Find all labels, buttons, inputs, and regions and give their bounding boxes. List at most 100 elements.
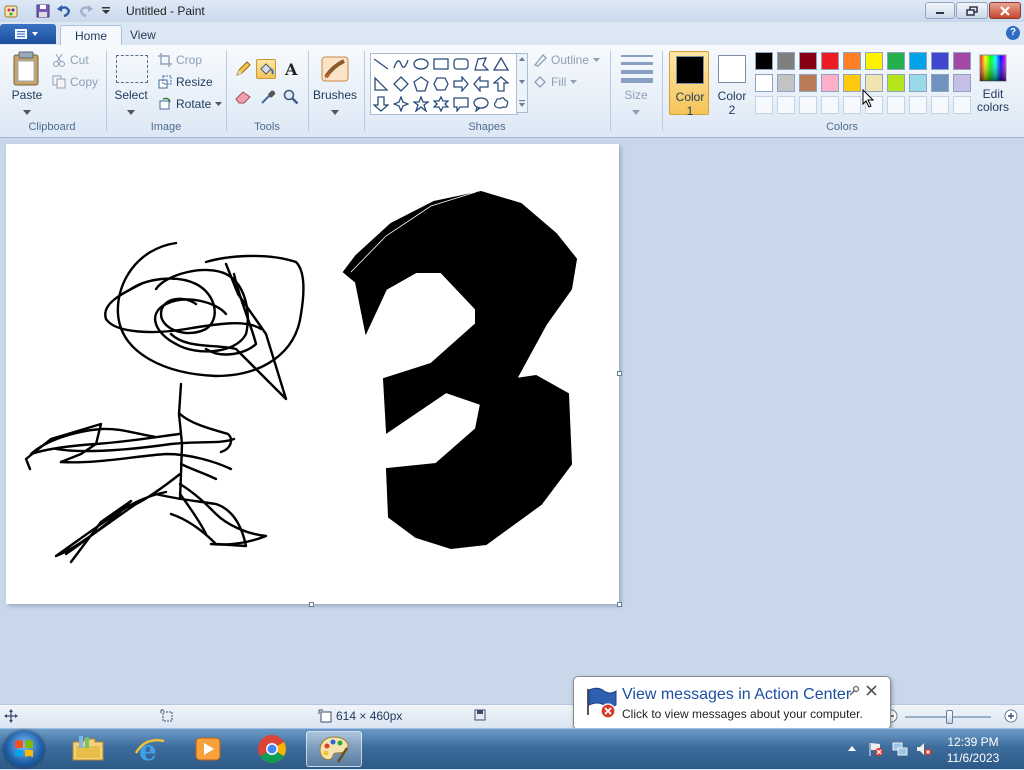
action-center-notification[interactable]: View messages in Action Center Click to … [573,676,891,730]
taskbar-internet-explorer[interactable]: e [122,731,178,767]
palette-color-swatch[interactable] [799,52,817,70]
custom-color-slot[interactable] [799,96,817,114]
start-button[interactable] [4,731,44,767]
taskbar-clock[interactable]: 12:39 PM 11/6/2023 [942,734,1004,766]
palette-color-swatch[interactable] [755,74,773,92]
edit-colors-button[interactable] [978,53,1008,83]
rotate-button[interactable]: Rotate [158,97,223,111]
palette-color-swatch[interactable] [821,74,839,92]
cloud-callout-shape-icon[interactable] [491,94,511,114]
cut-button[interactable]: Cut [52,53,89,67]
help-icon[interactable]: ? [1006,26,1020,40]
notification-close-icon[interactable] [866,685,877,699]
rectangular-callout-shape-icon[interactable] [451,94,471,114]
four-point-star-shape-icon[interactable] [391,94,411,114]
oval-callout-shape-icon[interactable] [471,94,491,114]
undo-icon[interactable] [56,3,72,19]
palette-color-swatch[interactable] [953,52,971,70]
network-icon[interactable] [892,741,908,757]
custom-color-slot[interactable] [931,96,949,114]
select-label[interactable]: Select [110,88,152,102]
redo-icon[interactable] [78,3,94,19]
curve-shape-icon[interactable] [391,54,411,74]
palette-color-swatch[interactable] [865,52,883,70]
palette-color-swatch[interactable] [953,74,971,92]
magnifier-icon[interactable] [281,87,301,107]
paint-app-icon[interactable] [4,3,20,19]
edit-colors-label[interactable]: Edit colors [972,88,1014,114]
oval-shape-icon[interactable] [411,54,431,74]
palette-color-swatch[interactable] [843,74,861,92]
action-center-tray-icon[interactable] [868,741,884,757]
color2-button[interactable]: Color 2 [712,51,752,117]
palette-color-swatch[interactable] [931,52,949,70]
pentagon-shape-icon[interactable] [411,74,431,94]
palette-color-swatch[interactable] [755,52,773,70]
palette-color-swatch[interactable] [909,74,927,92]
rounded-rectangle-shape-icon[interactable] [451,54,471,74]
paint-menu-button[interactable] [0,24,56,44]
up-arrow-shape-icon[interactable] [491,74,511,94]
copy-button[interactable]: Copy [52,75,98,89]
notification-title[interactable]: View messages in Action Center [622,686,851,704]
palette-color-swatch[interactable] [887,52,905,70]
save-icon[interactable] [35,3,51,19]
palette-color-swatch[interactable] [821,52,839,70]
palette-color-swatch[interactable] [909,52,927,70]
zoom-in-button[interactable] [1004,709,1018,723]
palette-color-swatch[interactable] [777,74,795,92]
zoom-slider-thumb[interactable] [946,710,953,724]
tab-home[interactable]: Home [60,25,123,46]
customize-quick-access-icon[interactable] [98,3,114,19]
palette-color-swatch[interactable] [887,74,905,92]
paste-button[interactable] [12,51,42,89]
custom-color-slot[interactable] [755,96,773,114]
restore-button[interactable] [956,2,988,19]
left-arrow-shape-icon[interactable] [471,74,491,94]
custom-color-slot[interactable] [953,96,971,114]
line-shape-icon[interactable] [371,54,391,74]
custom-color-slot[interactable] [909,96,927,114]
custom-color-slot[interactable] [821,96,839,114]
taskbar-paint[interactable] [306,731,362,767]
resize-button[interactable]: Resize [158,75,213,89]
palette-color-swatch[interactable] [799,74,817,92]
select-dropdown-icon[interactable] [127,104,135,118]
rectangle-shape-icon[interactable] [431,54,451,74]
paste-label[interactable]: Paste [8,88,46,102]
six-point-star-shape-icon[interactable] [431,94,451,114]
outline-button[interactable]: Outline [533,53,601,67]
five-point-star-shape-icon[interactable] [411,94,431,114]
right-triangle-shape-icon[interactable] [371,74,391,94]
taskbar-media-player[interactable] [180,731,236,767]
right-arrow-shape-icon[interactable] [451,74,471,94]
notification-options-icon[interactable] [848,685,860,700]
canvas-resize-handle-right[interactable] [617,371,622,376]
canvas-resize-handle-bottom[interactable] [309,602,314,607]
custom-color-slot[interactable] [887,96,905,114]
pencil-icon[interactable] [233,59,253,79]
fill-bucket-icon[interactable] [256,59,276,79]
diamond-shape-icon[interactable] [391,74,411,94]
text-tool-icon[interactable]: A [281,59,301,79]
palette-color-swatch[interactable] [931,74,949,92]
crop-button[interactable]: Crop [158,53,202,67]
volume-muted-icon[interactable] [916,741,932,757]
paste-dropdown-icon[interactable] [23,104,31,118]
color1-button[interactable]: Color 1 [669,51,709,118]
palette-color-swatch[interactable] [843,52,861,70]
show-hidden-icons-arrow[interactable] [844,741,860,757]
select-icon[interactable] [116,55,148,83]
close-button[interactable] [989,2,1021,19]
down-arrow-shape-icon[interactable] [371,94,391,114]
palette-color-swatch[interactable] [777,52,795,70]
triangle-shape-icon[interactable] [491,54,511,74]
tab-view[interactable]: View [116,25,170,45]
taskbar-chrome[interactable] [244,731,300,767]
drawing-canvas[interactable] [6,144,619,604]
fill-button[interactable]: Fill [533,75,578,89]
hexagon-shape-icon[interactable] [431,74,451,94]
polygon-shape-icon[interactable] [471,54,491,74]
shapes-scrollbar[interactable] [516,53,528,113]
custom-color-slot[interactable] [843,96,861,114]
